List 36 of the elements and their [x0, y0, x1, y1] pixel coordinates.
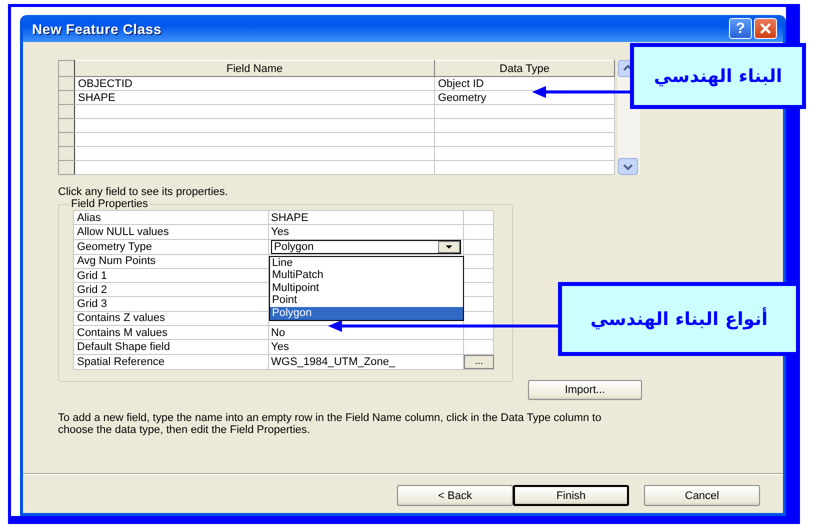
property-label: Avg Num Points [74, 254, 268, 268]
help-text: To add a new field, type the name into an empty row in the Field Name column, click in the Data Type column to choose the data type, then edit the Field Properties. [58, 412, 602, 436]
column-header[interactable]: Field Name [74, 60, 434, 76]
property-label: Grid 2 [74, 282, 268, 297]
dropdown-option[interactable]: Polygon [270, 306, 463, 320]
table-cell[interactable]: OBJECTID [74, 76, 434, 90]
scroll-down-icon[interactable] [618, 158, 638, 175]
table-cell[interactable]: SHAPE [74, 90, 434, 104]
property-value[interactable]: Yes [268, 224, 464, 240]
close-icon [760, 23, 771, 34]
group-title: Field Properties [70, 198, 150, 210]
caret-icon[interactable] [438, 240, 460, 253]
property-label: Grid 3 [74, 296, 268, 312]
hint-text: Click any field to see its properties. [58, 186, 229, 198]
close-button[interactable] [754, 18, 777, 39]
property-label: Grid 1 [74, 268, 268, 283]
property-value[interactable]: WGS_1984_UTM_Zone_ [268, 354, 464, 370]
dialog-button[interactable]: Cancel [644, 485, 760, 506]
dialog-button[interactable]: Finish [513, 485, 629, 506]
property-label: Contains M values [74, 326, 268, 340]
help-button[interactable]: ? [729, 18, 752, 39]
column-header[interactable]: Data Type [434, 60, 614, 76]
property-label: Default Shape field [74, 340, 268, 354]
window-title: New Feature Class [32, 20, 163, 36]
geometry-type-dropdown[interactable]: Polygon [271, 240, 461, 254]
property-label: Spatial Reference [74, 354, 268, 370]
property-value[interactable]: SHAPE [268, 210, 464, 225]
property-label: Allow NULL values [74, 224, 268, 240]
property-label: Contains Z values [74, 311, 268, 326]
property-label: Geometry Type [74, 239, 268, 254]
callout-tooltip: البناء الهندسي [630, 43, 806, 109]
property-label: Alias [74, 210, 268, 225]
import-button[interactable]: Import... [528, 380, 642, 400]
property-value[interactable]: Yes [268, 340, 464, 354]
dialog-button[interactable]: < Back [397, 485, 513, 506]
browse-button[interactable]: ... [464, 354, 494, 369]
